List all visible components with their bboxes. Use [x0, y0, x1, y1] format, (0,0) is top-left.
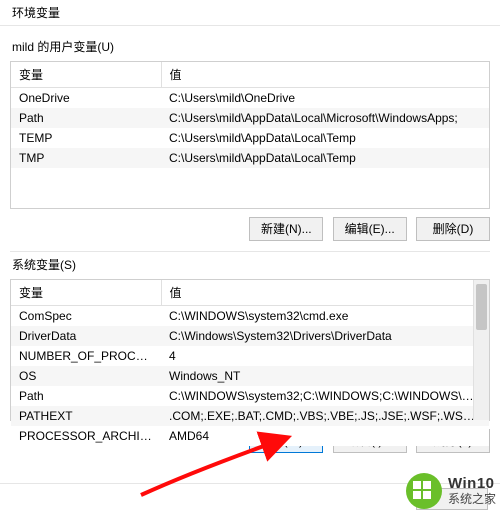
table-row[interactable]: TEMP C:\Users\mild\AppData\Local\Temp [11, 128, 489, 148]
user-new-button[interactable]: 新建(N)... [249, 217, 323, 241]
table-row[interactable]: Path C:\WINDOWS\system32;C:\WINDOWS;C:\W… [11, 386, 489, 406]
table-row[interactable]: TMP C:\Users\mild\AppData\Local\Temp [11, 148, 489, 168]
user-variables-group: mild 的用户变量(U) 变量 值 OneDrive [10, 38, 490, 241]
table-row[interactable]: OS Windows_NT [11, 366, 489, 386]
env-vars-dialog: 环境变量 mild 的用户变量(U) 变量 值 [0, 0, 500, 513]
group-divider [10, 251, 490, 252]
dialog-title-bar: 环境变量 [0, 0, 500, 26]
dialog-title: 环境变量 [12, 6, 60, 20]
system-variables-group: 系统变量(S) 变量 值 ComSpec [10, 256, 490, 453]
system-variables-list[interactable]: 变量 值 ComSpec C:\WINDOWS\system32\cmd.exe… [10, 279, 490, 421]
user-delete-button[interactable]: 删除(D) [416, 217, 490, 241]
user-variables-label: mild 的用户变量(U) [12, 38, 490, 55]
user-buttons-row: 新建(N)... 编辑(E)... 删除(D) [10, 217, 490, 241]
user-variables-list[interactable]: 变量 值 OneDrive C:\Users\mild\OneDrive Pat… [10, 61, 490, 209]
user-col-name[interactable]: 变量 [11, 62, 161, 88]
sys-col-value[interactable]: 值 [161, 280, 489, 306]
user-col-value[interactable]: 值 [161, 62, 489, 88]
watermark-logo-icon [404, 471, 444, 511]
watermark-text: Win10 系统之家 [448, 475, 496, 506]
table-row[interactable]: NUMBER_OF_PROCESSORS 4 [11, 346, 489, 366]
table-row[interactable]: ComSpec C:\WINDOWS\system32\cmd.exe [11, 306, 489, 327]
system-variables-table: 变量 值 ComSpec C:\WINDOWS\system32\cmd.exe… [11, 280, 489, 446]
table-row[interactable]: PATHEXT .COM;.EXE;.BAT;.CMD;.VBS;.VBE;.J… [11, 406, 489, 426]
user-variables-table: 变量 值 OneDrive C:\Users\mild\OneDrive Pat… [11, 62, 489, 168]
dialog-content: mild 的用户变量(U) 变量 值 OneDrive [0, 26, 500, 453]
table-row[interactable]: PROCESSOR_ARCHITECTURE AMD64 [11, 426, 489, 446]
table-row[interactable]: DriverData C:\Windows\System32\Drivers\D… [11, 326, 489, 346]
table-row[interactable]: Path C:\Users\mild\AppData\Local\Microso… [11, 108, 489, 128]
sys-col-name[interactable]: 变量 [11, 280, 161, 306]
scrollbar-thumb[interactable] [476, 284, 487, 330]
table-row[interactable]: OneDrive C:\Users\mild\OneDrive [11, 88, 489, 109]
watermark-main: Win10 [448, 475, 496, 492]
system-variables-label: 系统变量(S) [12, 256, 490, 273]
watermark: Win10 系统之家 [404, 471, 496, 511]
watermark-sub: 系统之家 [448, 493, 496, 507]
system-list-scrollbar[interactable] [473, 280, 489, 420]
user-edit-button[interactable]: 编辑(E)... [333, 217, 407, 241]
